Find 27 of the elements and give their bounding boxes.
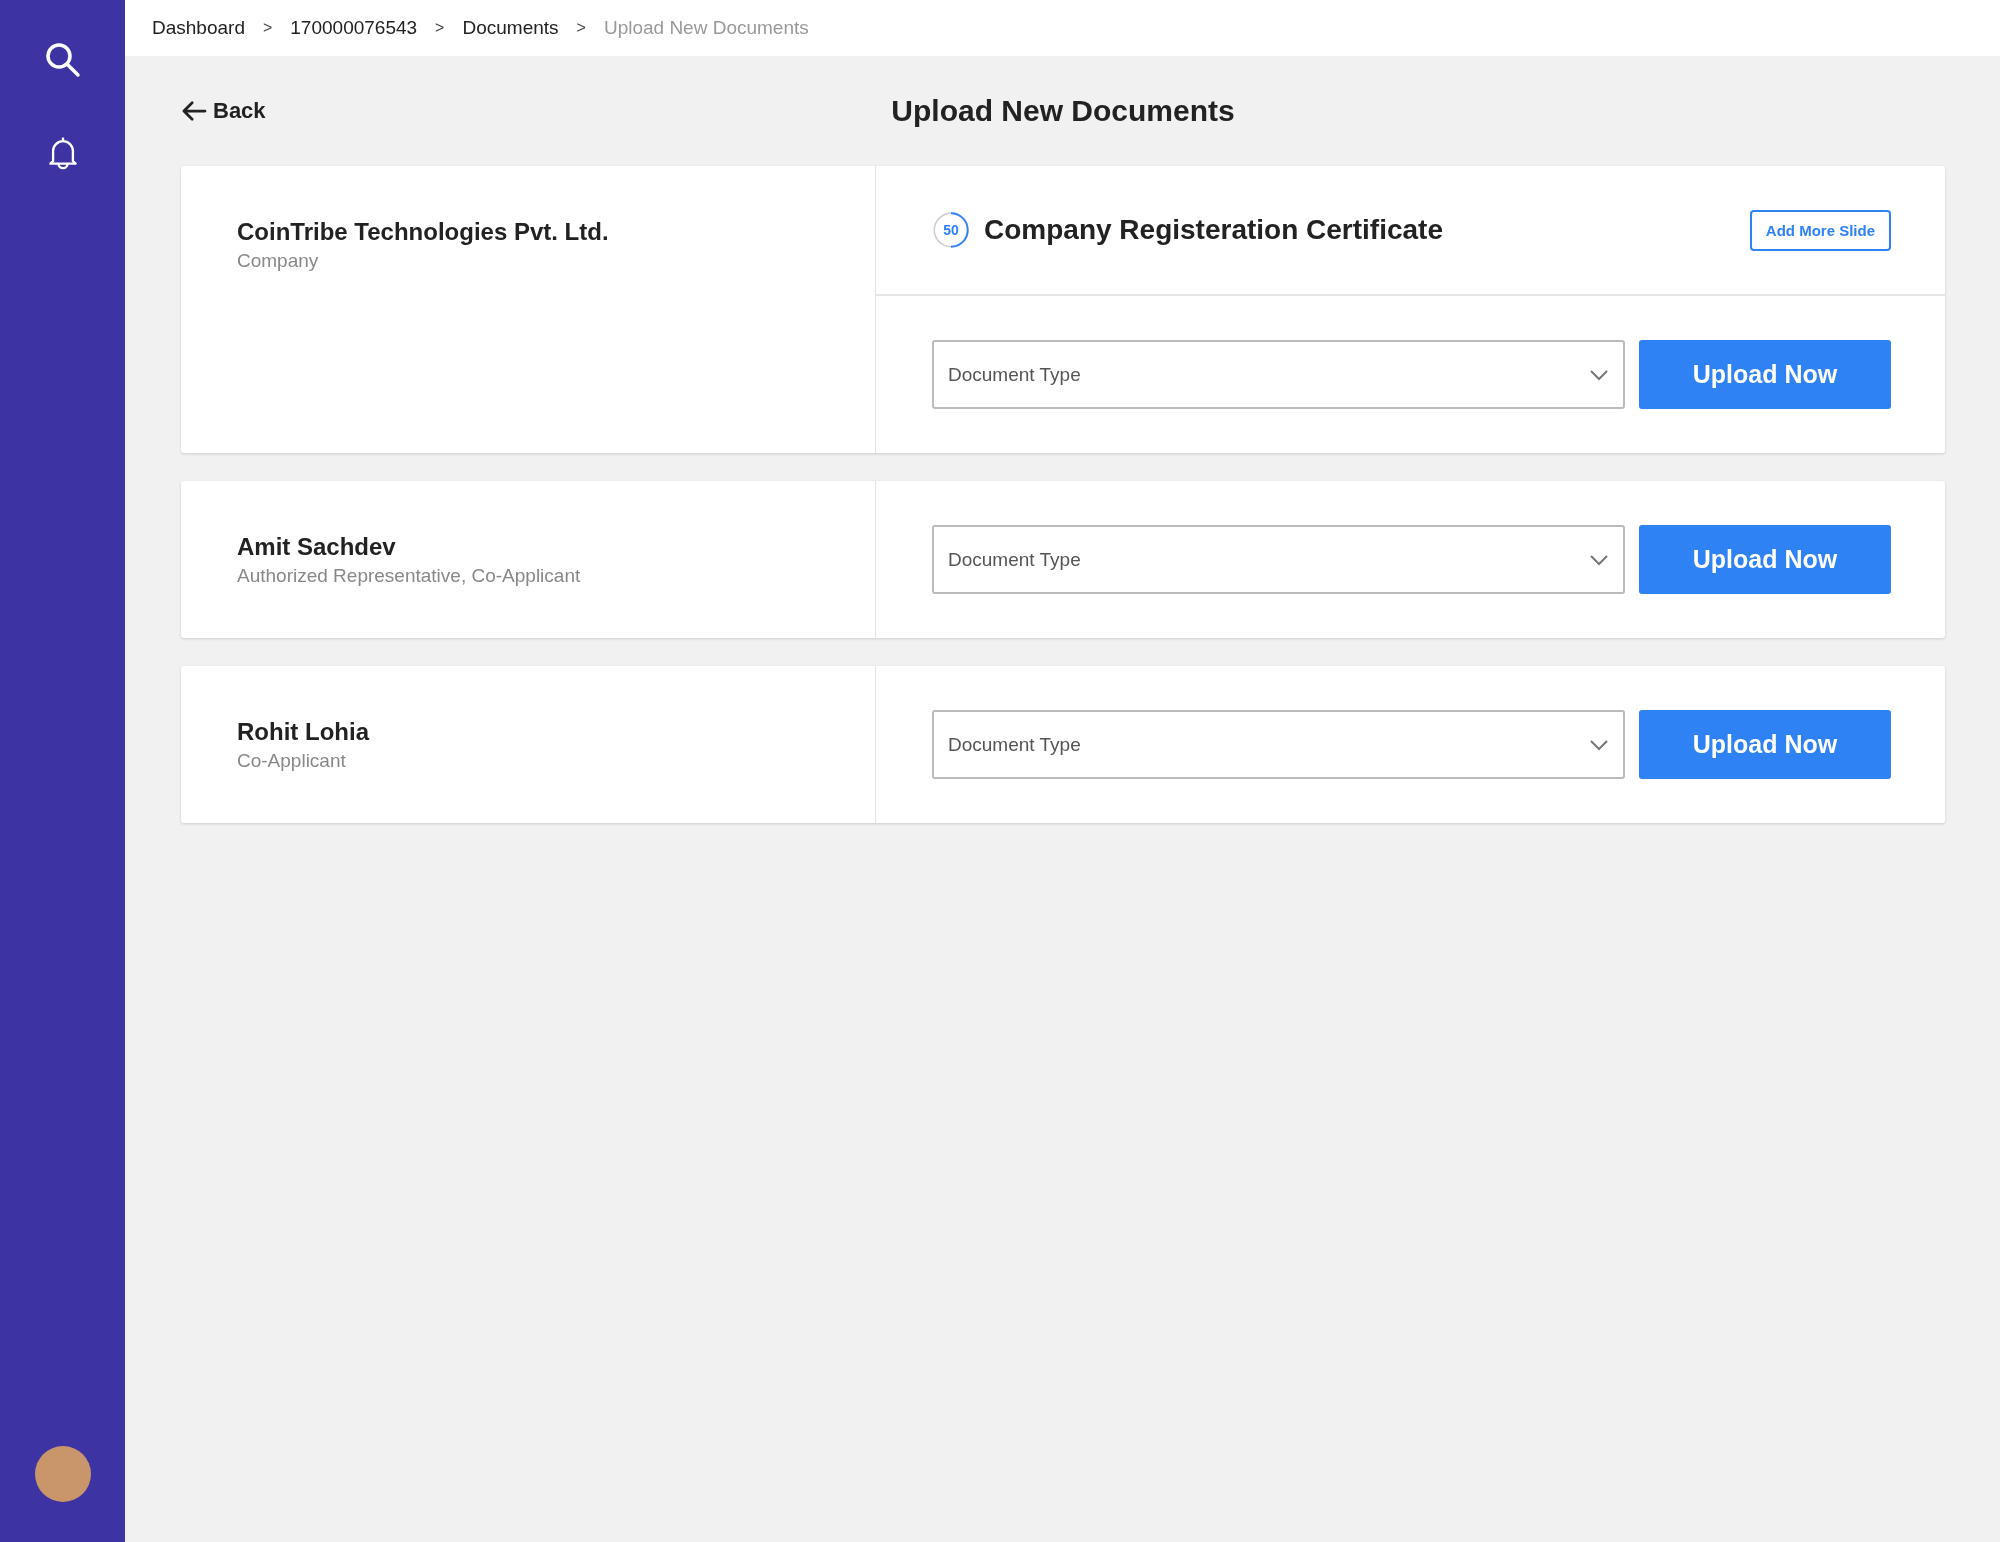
document-title: Company Registeration Certificate <box>984 214 1444 246</box>
upload-now-button[interactable]: Upload Now <box>1639 340 1891 409</box>
chevron-down-icon <box>1589 553 1609 566</box>
left-arrow-icon <box>181 100 207 122</box>
page-title: Upload New Documents <box>891 94 1235 128</box>
breadcrumb-link[interactable]: 170000076543 <box>290 17 418 39</box>
progress-ring: 50 <box>932 211 970 249</box>
breadcrumb-separator: > <box>435 19 445 37</box>
applicant-role: Co-Applicant <box>237 750 347 772</box>
breadcrumb-link[interactable]: Documents <box>462 17 559 39</box>
add-more-slide-button[interactable]: Add More Slide <box>1749 209 1891 251</box>
applicant-name: CoinTribe Technologies Pvt. Ltd. <box>237 218 610 246</box>
chevron-down-icon <box>1589 368 1609 381</box>
breadcrumb-link[interactable]: Dashboard <box>152 17 245 39</box>
document-type-dropdown[interactable]: Document Type <box>932 525 1625 594</box>
applicant-role: Company <box>237 250 320 272</box>
upload-now-button[interactable]: Upload Now <box>1639 710 1891 779</box>
applicant-role: Authorized Representative, Co-Applicant <box>237 565 582 587</box>
applicant-name: Rohit Lohia <box>237 718 371 746</box>
applicant-name: Amit Sachdev <box>237 533 397 561</box>
back-button[interactable]: Back <box>181 98 266 124</box>
chevron-down-icon <box>1589 738 1609 751</box>
document-type-dropdown[interactable]: Document Type <box>932 710 1625 779</box>
document-type-dropdown[interactable]: Document Type <box>932 340 1625 409</box>
breadcrumb-separator: > <box>262 19 273 37</box>
upload-now-button[interactable]: Upload Now <box>1639 525 1891 594</box>
breadcrumb-separator: > <box>576 19 586 37</box>
